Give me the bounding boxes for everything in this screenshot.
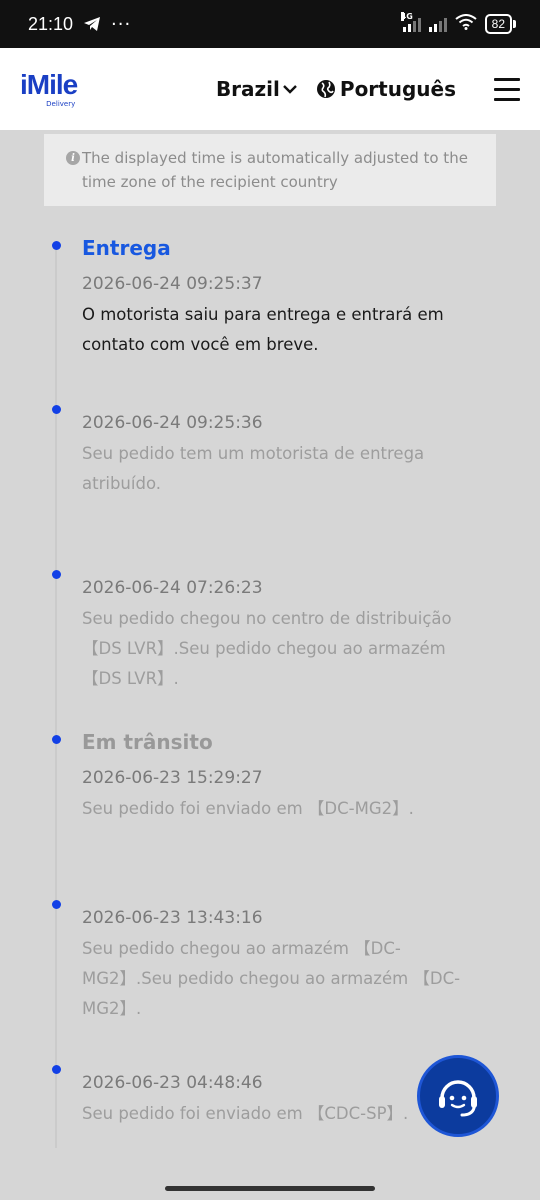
status-bar: 21:10 ··· 4G 82 bbox=[0, 0, 540, 48]
logo-subtext: Delivery bbox=[46, 99, 76, 108]
battery-icon: 82 bbox=[484, 14, 516, 34]
wifi-icon bbox=[455, 14, 477, 34]
timeline-time: 2026-06-24 09:25:37 bbox=[82, 274, 263, 294]
timeline-description: Seu pedido chegou no centro de distribui… bbox=[82, 609, 452, 688]
chevron-down-icon bbox=[283, 85, 297, 94]
network-type: 4G bbox=[400, 12, 413, 21]
timeline-time: 2026-06-23 13:43:16 bbox=[82, 908, 263, 928]
timeline-status: Entrega bbox=[82, 236, 171, 260]
country-label: Brazil bbox=[215, 77, 280, 101]
timeline-time: 2026-06-24 09:25:36 bbox=[82, 413, 263, 433]
timeline-status: Em trânsito bbox=[82, 730, 213, 754]
timeline-dot bbox=[52, 241, 61, 250]
customer-support-button[interactable] bbox=[417, 1055, 499, 1137]
site-header: iMile Delivery Brazil Português bbox=[0, 48, 540, 130]
timeline-dot bbox=[52, 570, 61, 579]
globe-icon bbox=[316, 80, 335, 98]
headset-support-icon bbox=[439, 1080, 477, 1117]
timeline-dot bbox=[52, 405, 61, 414]
timeline-dot bbox=[52, 900, 61, 909]
timeline-description: Seu pedido foi enviado em 【DC-MG2】. bbox=[82, 799, 414, 818]
telegram-icon bbox=[83, 16, 101, 32]
status-time: 21:10 bbox=[28, 13, 74, 34]
timeline-time: 2026-06-24 07:26:23 bbox=[82, 578, 263, 598]
battery-level: 82 bbox=[484, 14, 512, 34]
status-indicators: 4G 82 bbox=[400, 12, 516, 34]
hamburger-menu-icon[interactable] bbox=[494, 77, 520, 101]
timeline-dot bbox=[52, 1065, 61, 1074]
info-icon: i bbox=[66, 151, 80, 165]
logo-text: iMile bbox=[20, 68, 78, 100]
gesture-nav-handle[interactable] bbox=[165, 1186, 375, 1191]
timeline-description: Seu pedido chegou ao armazém 【DC-MG2】.Se… bbox=[82, 939, 461, 1018]
timeline-description: Seu pedido tem um motorista de entrega a… bbox=[82, 444, 425, 493]
signal-icon: 4G bbox=[400, 12, 421, 32]
timeline-dot bbox=[52, 735, 61, 744]
country-selector[interactable]: Brazil bbox=[216, 77, 298, 101]
more-notifications-icon: ··· bbox=[111, 13, 132, 35]
imile-logo[interactable]: iMile Delivery bbox=[20, 68, 78, 108]
notice-text: The displayed time is automatically adju… bbox=[82, 149, 468, 191]
timeline-time: 2026-06-23 15:29:27 bbox=[82, 768, 263, 788]
language-selector[interactable]: Português bbox=[316, 77, 456, 101]
timeline-description: O motorista saiu para entrega e entrará … bbox=[82, 305, 444, 354]
timeline-line bbox=[55, 248, 57, 1148]
signal-icon-2 bbox=[428, 16, 447, 32]
language-label: Português bbox=[339, 77, 456, 101]
timezone-notice: i The displayed time is automatically ad… bbox=[44, 134, 496, 206]
